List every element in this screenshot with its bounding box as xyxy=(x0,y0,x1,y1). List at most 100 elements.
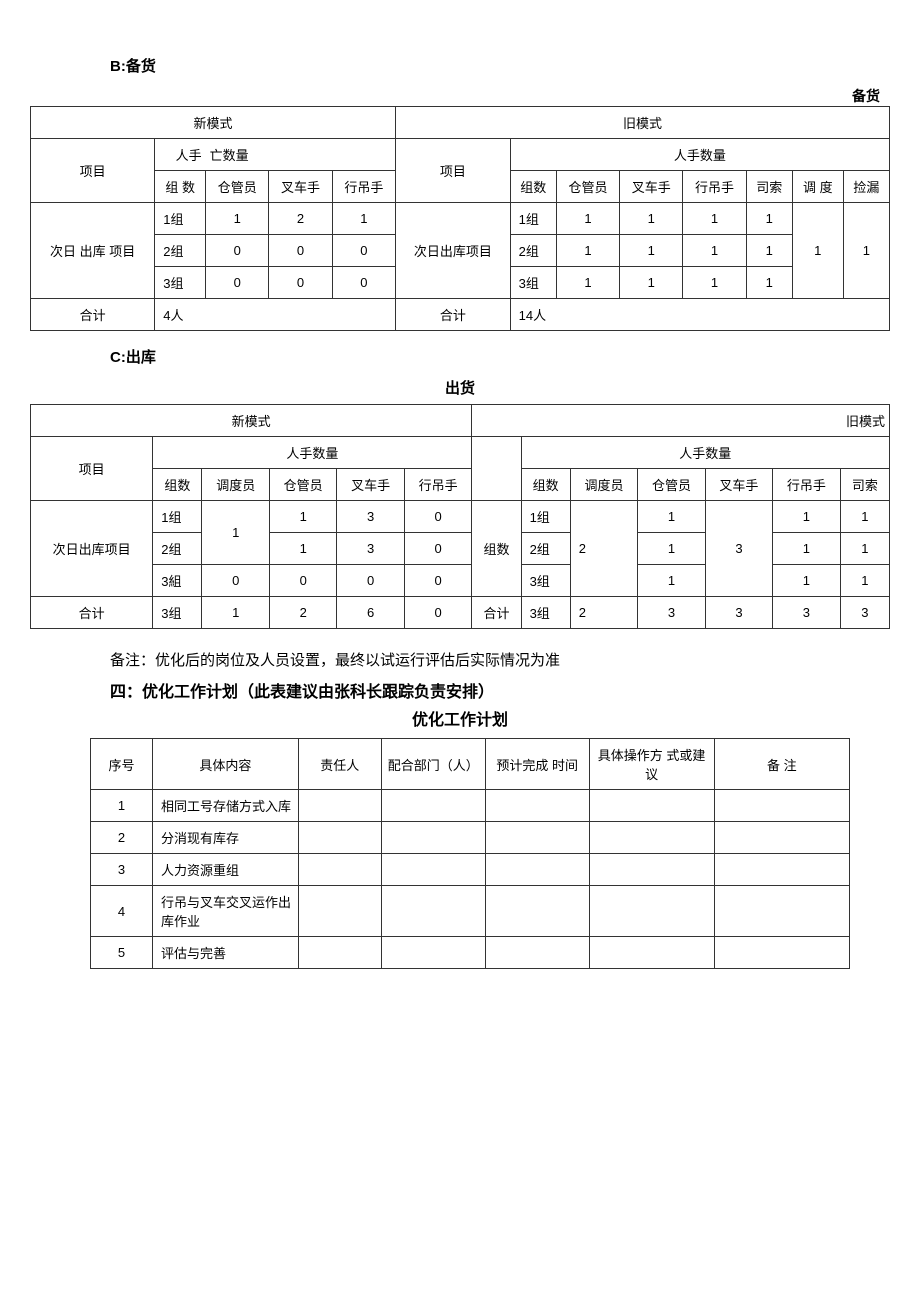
col-groupnum: 组数 xyxy=(153,469,202,501)
table-c: 新模式 旧模式 项目 人手数量 人手数量 组数 调度员 仓管员 叉车手 行吊手 … xyxy=(30,404,890,629)
cell: 1 xyxy=(840,533,889,565)
col-sisuo: 司索 xyxy=(746,171,792,203)
cell xyxy=(381,937,485,969)
cell xyxy=(381,790,485,822)
col-dispatch2: 调度员 xyxy=(570,469,637,501)
cell-total2: 合计 xyxy=(395,299,510,331)
cell: 1 xyxy=(638,533,705,565)
cell-nextday: 次日 出库 项目 xyxy=(31,203,155,299)
header-project: 项目 xyxy=(31,139,155,203)
cell: 1 xyxy=(773,501,840,533)
cell xyxy=(589,886,714,937)
cell: 1 xyxy=(683,203,746,235)
cell xyxy=(298,790,381,822)
cell: 评估与完善 xyxy=(152,937,298,969)
cell: 2 xyxy=(269,597,336,629)
table-plan: 序号 具体内容 责任人 配合部门（人） 预计完成 时间 具体操作方 式或建议 备… xyxy=(90,738,850,969)
table-row: 序号 具体内容 责任人 配合部门（人） 预计完成 时间 具体操作方 式或建议 备… xyxy=(91,739,850,790)
table-row: 合计 3组 1 2 6 0 合计 3组 2 3 3 3 3 xyxy=(31,597,890,629)
cell: 1 xyxy=(773,533,840,565)
cell: 0 xyxy=(332,235,395,267)
cell: 1 xyxy=(202,501,269,565)
col-crane: 行吊手 xyxy=(404,469,471,501)
cell: 0 xyxy=(206,235,269,267)
header-oldmode: 旧模式 xyxy=(472,405,890,437)
cell: 3 xyxy=(705,501,772,597)
cell: 2组 xyxy=(521,533,570,565)
cell: 3 xyxy=(705,597,772,629)
header-newmode: 新模式 xyxy=(31,107,396,139)
col-content: 具体内容 xyxy=(152,739,298,790)
cell: 2 xyxy=(269,203,332,235)
cell: 3 xyxy=(337,533,404,565)
table-row: 1 相同工号存储方式入库 xyxy=(91,790,850,822)
table-row: 次日出库项目 1组 1 1 3 0 组数 1组 2 1 3 1 1 xyxy=(31,501,890,533)
table-row: 2 分消现有库存 xyxy=(91,822,850,854)
header-headcount2: 人手数量 xyxy=(521,437,889,469)
cell: 3 xyxy=(840,597,889,629)
cell: 3 xyxy=(773,597,840,629)
header-newmode: 新模式 xyxy=(31,405,472,437)
cell: 2 xyxy=(91,822,153,854)
cell: 1 xyxy=(556,235,619,267)
cell: 3组 xyxy=(510,267,556,299)
cell: 1 xyxy=(638,565,705,597)
cell xyxy=(485,886,589,937)
cell: 1 xyxy=(269,501,336,533)
remark-note: 备注：优化后的岗位及人员设置，最终以试运行评估后实际情况为准 xyxy=(110,649,890,670)
cell xyxy=(298,822,381,854)
cell: 1 xyxy=(620,235,683,267)
cell xyxy=(589,822,714,854)
cell: 1 xyxy=(332,203,395,235)
cell: 1 xyxy=(556,267,619,299)
cell: 1 xyxy=(620,267,683,299)
col-leak: 捡漏 xyxy=(843,171,889,203)
col-remark: 备 注 xyxy=(714,739,849,790)
cell: 3 xyxy=(638,597,705,629)
cell: 1 xyxy=(206,203,269,235)
header-blank xyxy=(472,437,521,501)
table-row: 4 行吊与叉车交叉运作出库作业 xyxy=(91,886,850,937)
cell: 0 xyxy=(269,565,336,597)
table-row: 项目 人手数量 人手数量 xyxy=(31,437,890,469)
cell: 0 xyxy=(202,565,269,597)
cell: 1 xyxy=(683,235,746,267)
cell: 3 xyxy=(337,501,404,533)
cell: 0 xyxy=(404,533,471,565)
table-row: 3 人力资源重组 xyxy=(91,854,850,886)
section-4-title: 四：优化工作计划（此表建议由张科长跟踪负责安排） xyxy=(110,678,890,702)
cell: 1 xyxy=(683,267,746,299)
cell: 1 xyxy=(91,790,153,822)
cell: 3組 xyxy=(153,565,202,597)
col-seq: 序号 xyxy=(91,739,153,790)
cell: 0 xyxy=(269,267,332,299)
header-headcount: 人手数量 xyxy=(153,437,472,469)
col-esttime: 预计完成 时间 xyxy=(485,739,589,790)
cell-nextday: 次日出库项目 xyxy=(31,501,153,597)
cell xyxy=(714,937,849,969)
cell: 0 xyxy=(332,267,395,299)
cell: 1 xyxy=(773,565,840,597)
cell: 1组 xyxy=(155,203,206,235)
cell xyxy=(298,886,381,937)
col-forklift: 叉车手 xyxy=(269,171,332,203)
cell-oldtotal: 14人 xyxy=(510,299,889,331)
col-groupnum2: 组数 xyxy=(510,171,556,203)
cell: 1组 xyxy=(510,203,556,235)
cell xyxy=(381,886,485,937)
cell: 相同工号存储方式入库 xyxy=(152,790,298,822)
cell: 3 xyxy=(91,854,153,886)
table-row: 项目 人手 亡数量 项目 人手数量 xyxy=(31,139,890,171)
col-responsible: 责任人 xyxy=(298,739,381,790)
col-dispatch: 调 度 xyxy=(792,171,843,203)
cell: 1 xyxy=(269,533,336,565)
section-b-title: B:备货 xyxy=(110,55,890,76)
cell: 4 xyxy=(91,886,153,937)
table-row: 5 评估与完善 xyxy=(91,937,850,969)
cell: 0 xyxy=(206,267,269,299)
header-headcount-partial: 亡数量 xyxy=(206,139,396,171)
cell: 1 xyxy=(840,565,889,597)
cell: 2组 xyxy=(153,533,202,565)
col-groupnum: 组 数 xyxy=(155,171,206,203)
cell: 2 xyxy=(570,501,637,597)
